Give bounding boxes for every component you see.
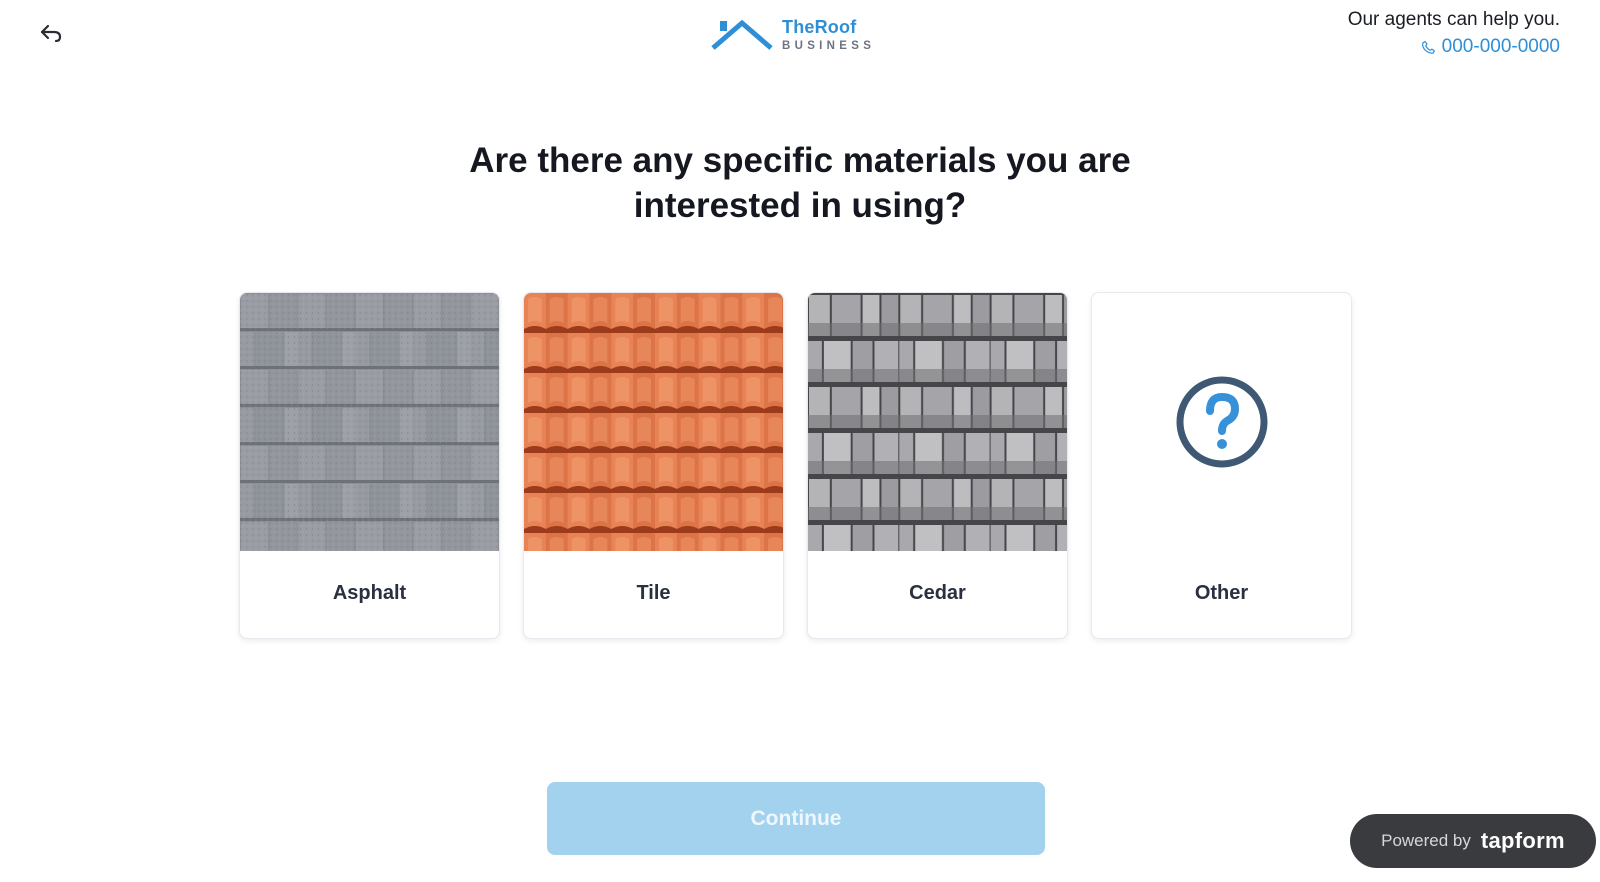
options-grid: Asphalt Tile Cedar Other	[239, 292, 1352, 639]
logo-subtitle: BUSINESS	[782, 39, 876, 52]
option-tile[interactable]: Tile	[523, 292, 784, 639]
continue-button[interactable]: Continue	[547, 782, 1045, 855]
option-label: Asphalt	[332, 582, 407, 604]
asphalt-shingles-image	[240, 293, 499, 551]
option-asphalt[interactable]: Asphalt	[239, 292, 500, 639]
phone-link[interactable]: 000-000-0000	[1421, 36, 1560, 58]
page: TheRoof BUSINESS Our agents can help you…	[0, 0, 1600, 882]
option-other[interactable]: Other	[1091, 292, 1352, 639]
tapform-brand: tapform	[1480, 828, 1565, 853]
other-icon-wrap	[1092, 293, 1351, 551]
question-heading: Are there any specific materials you are…	[469, 141, 1131, 225]
question-mark-icon	[1176, 376, 1267, 468]
logo-name: TheRoof	[782, 16, 857, 37]
terracotta-tiles-image	[524, 293, 783, 551]
phone-icon	[1421, 40, 1435, 54]
logo: TheRoof BUSINESS	[710, 14, 875, 56]
undo-arrow-icon	[40, 24, 62, 43]
option-label: Cedar	[909, 582, 966, 604]
back-button[interactable]	[36, 20, 66, 46]
roof-logo-icon	[711, 19, 773, 50]
help-contact: Our agents can help you. 000-000-0000	[1348, 9, 1560, 60]
phone-number: 000-000-0000	[1441, 36, 1560, 57]
cedar-shakes-image	[808, 293, 1067, 551]
option-cedar[interactable]: Cedar	[807, 292, 1068, 639]
powered-by-label: Powered by	[1381, 831, 1471, 850]
powered-by-badge[interactable]: Powered by tapform	[1350, 814, 1596, 868]
option-label: Tile	[636, 582, 671, 604]
option-label: Other	[1194, 582, 1249, 604]
help-text: Our agents can help you.	[1347, 9, 1560, 30]
